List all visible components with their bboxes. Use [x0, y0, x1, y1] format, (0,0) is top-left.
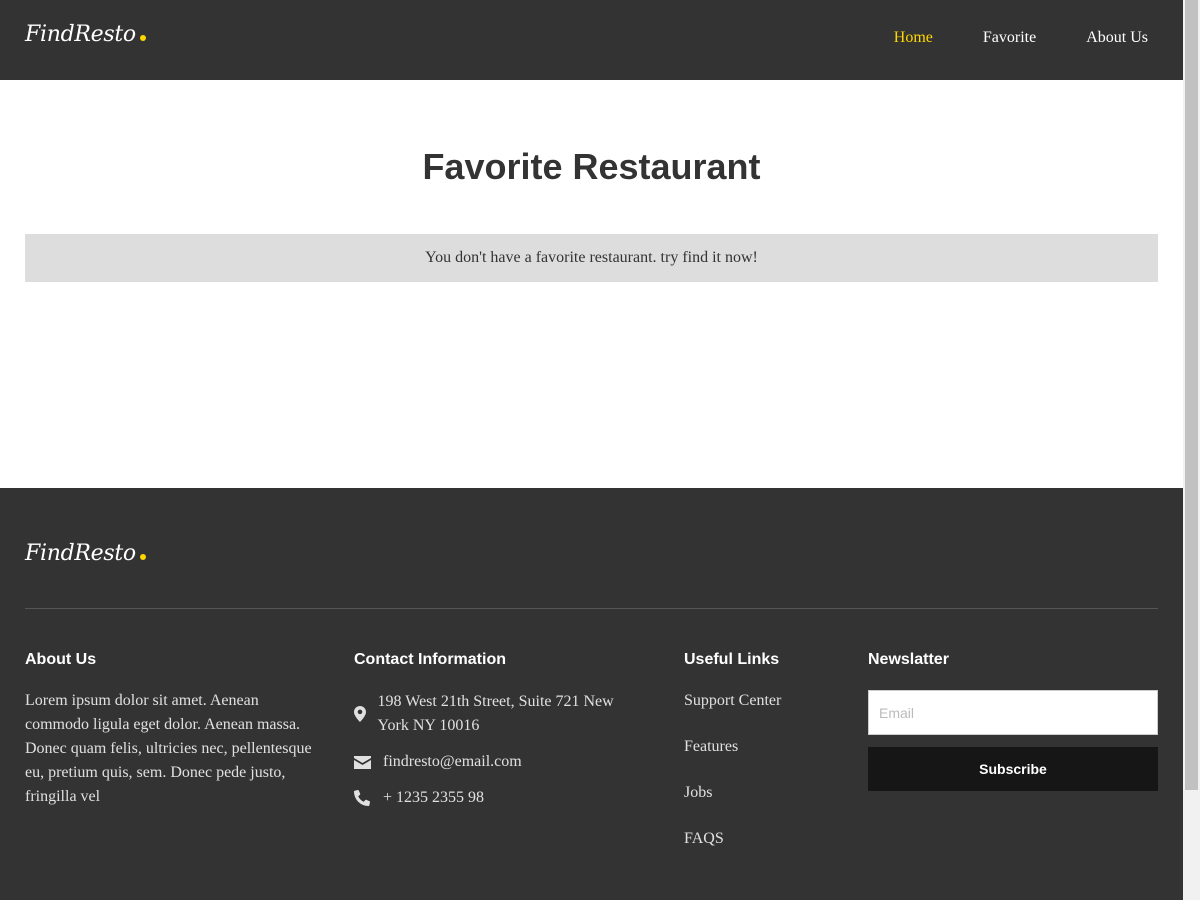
footer-newsletter-title: Newslatter [868, 651, 949, 668]
empty-favorites-message: You don't have a favorite restaurant. tr… [25, 234, 1158, 282]
nav-about-link[interactable]: About Us [1086, 29, 1148, 47]
scrollbar-thumb[interactable] [1185, 0, 1198, 790]
footer: FindResto About Us Lorem ipsum dolor sit… [0, 488, 1183, 900]
footer-links-title: Useful Links [684, 651, 780, 668]
phone-icon [354, 786, 372, 810]
contact-phone: + 1235 2355 98 [354, 786, 484, 810]
envelope-icon [354, 750, 372, 774]
map-pin-icon [354, 702, 368, 726]
footer-contact-title: Contact Information [354, 651, 506, 668]
link-faqs[interactable]: FAQS [684, 830, 724, 848]
brand-logo[interactable]: FindResto [25, 22, 146, 47]
footer-about-text: Lorem ipsum dolor sit amet. Aenean commo… [25, 692, 312, 805]
brand-dot-icon [139, 35, 146, 41]
contact-phone-text[interactable]: + 1235 2355 98 [383, 786, 484, 810]
footer-brand-name[interactable]: FindResto [25, 541, 136, 566]
main-nav: Home Favorite About Us [894, 29, 1148, 47]
contact-address: 198 West 21th Street, Suite 721 New York… [354, 690, 634, 738]
page-scrollbar[interactable] [1183, 0, 1200, 900]
top-navbar: FindResto Home Favorite About Us [0, 0, 1183, 80]
footer-about-title: About Us [25, 651, 97, 668]
subscribe-button[interactable]: Subscribe [868, 747, 1158, 791]
page: FindResto Home Favorite About Us Favorit… [0, 0, 1183, 900]
footer-divider [25, 608, 1158, 609]
brand-name[interactable]: FindResto [25, 22, 136, 47]
link-features[interactable]: Features [684, 738, 738, 756]
footer-brand-dot-icon [139, 554, 146, 560]
nav-favorite-link[interactable]: Favorite [983, 29, 1036, 47]
link-jobs[interactable]: Jobs [684, 784, 712, 802]
footer-brand-logo[interactable]: FindResto [25, 541, 146, 566]
contact-address-text: 198 West 21th Street, Suite 721 New York… [377, 693, 614, 734]
nav-home-link[interactable]: Home [894, 29, 933, 47]
page-title: Favorite Restaurant [422, 146, 761, 187]
contact-email-text[interactable]: findresto@email.com [383, 750, 522, 774]
link-support-center[interactable]: Support Center [684, 692, 781, 710]
contact-email: findresto@email.com [354, 750, 522, 774]
newsletter-email-input[interactable] [868, 690, 1158, 735]
